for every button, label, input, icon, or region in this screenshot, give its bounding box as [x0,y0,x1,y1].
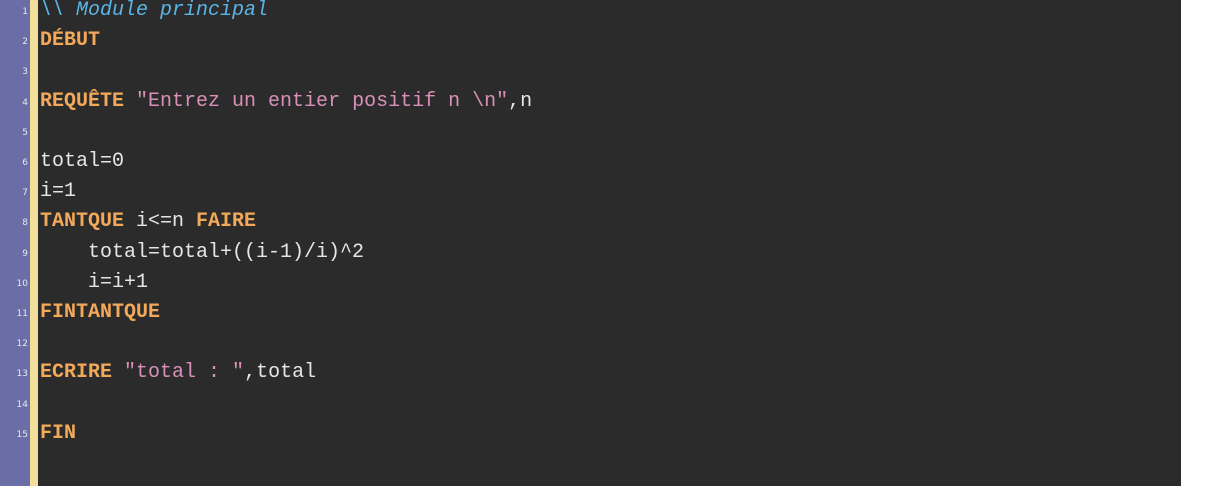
code-line[interactable]: 1 \\ Module principal [0,0,1193,26]
code-text: i=i+1 [40,269,148,297]
code-text: FIN [40,420,76,448]
code-line[interactable]: 4 REQUÊTE "Entrez un entier positif n \n"… [0,87,1193,117]
code-line[interactable]: 12 [0,328,1193,358]
code-token: i=1 [40,180,77,204]
string-token: "Entrez un entier positif n \n" [136,89,509,113]
line-number: 14 [16,399,28,410]
code-text: \\ Module principal [40,0,268,25]
code-text: REQUÊTE "Entrez un entier positif n \n",… [40,88,532,116]
code-token: ,n [508,89,533,113]
code-line[interactable]: 2 DÉBUT [0,26,1193,56]
code-line[interactable]: 15 FIN [0,419,1193,449]
line-number: 11 [16,309,28,319]
keyword-token: REQUÊTE [40,89,125,113]
line-number: 2 [22,37,28,48]
line-number: 10 [16,278,28,289]
keyword-token: FINTANTQUE [40,301,161,324]
code-token: total=total+((i-1)/i)^2 [40,240,365,264]
code-token: i=i+1 [40,270,149,294]
code-line[interactable]: 11 FINTANTQUE [0,298,1193,328]
line-number: 15 [16,429,28,440]
keyword-token: DÉBUT [40,29,101,53]
line-number: 5 [22,127,28,138]
line-number: 8 [22,218,28,229]
code-text: ECRIRE "total : ",total [40,359,316,387]
code-token: total=0 [40,150,125,173]
code-line[interactable]: 3 [0,56,1193,86]
keyword-token: ECRIRE [40,361,113,385]
vertical-scrollbar[interactable] [1181,0,1193,486]
code-text: total=0 [40,148,124,176]
keyword-token: TANTQUE [40,210,125,234]
code-text: TANTQUE i<=n FAIRE [40,208,256,236]
line-number: 3 [22,67,28,78]
code-text: FINTANTQUE [40,299,160,327]
keyword-token: FAIRE [196,210,257,234]
code-line[interactable]: 6 total=0 [0,147,1193,177]
code-line[interactable]: 10 i=i+1 [0,268,1193,298]
code-text: total=total+((i-1)/i)^2 [40,239,364,267]
code-line[interactable]: 13 ECRIRE "total : ",total [0,358,1193,388]
code-editor[interactable]: 1 \\ Module principal 2 DÉBUT 3 4 REQUÊTE "Ent… [0,0,1193,486]
string-token: "total : " [124,361,245,385]
code-line[interactable]: 14 [0,389,1193,419]
comment-token: \\ Module principal [40,0,269,22]
line-number: 4 [22,97,28,108]
line-number: 13 [16,369,28,380]
code-text: i=1 [40,178,76,206]
line-number: 1 [22,7,28,17]
line-number: 9 [22,248,28,259]
line-number: 7 [22,188,28,199]
code-line[interactable]: 7 i=1 [0,177,1193,207]
code-line[interactable]: 9 total=total+((i-1)/i)^2 [0,238,1193,268]
line-number: 6 [22,158,28,168]
keyword-token: FIN [40,421,77,445]
code-line[interactable]: 5 [0,117,1193,147]
code-line[interactable]: 8 TANTQUE i<=n FAIRE [0,207,1193,237]
code-text: DÉBUT [40,27,100,55]
code-token: ,total [244,361,317,385]
code-token: i<=n [124,210,197,234]
line-number: 12 [16,339,28,350]
